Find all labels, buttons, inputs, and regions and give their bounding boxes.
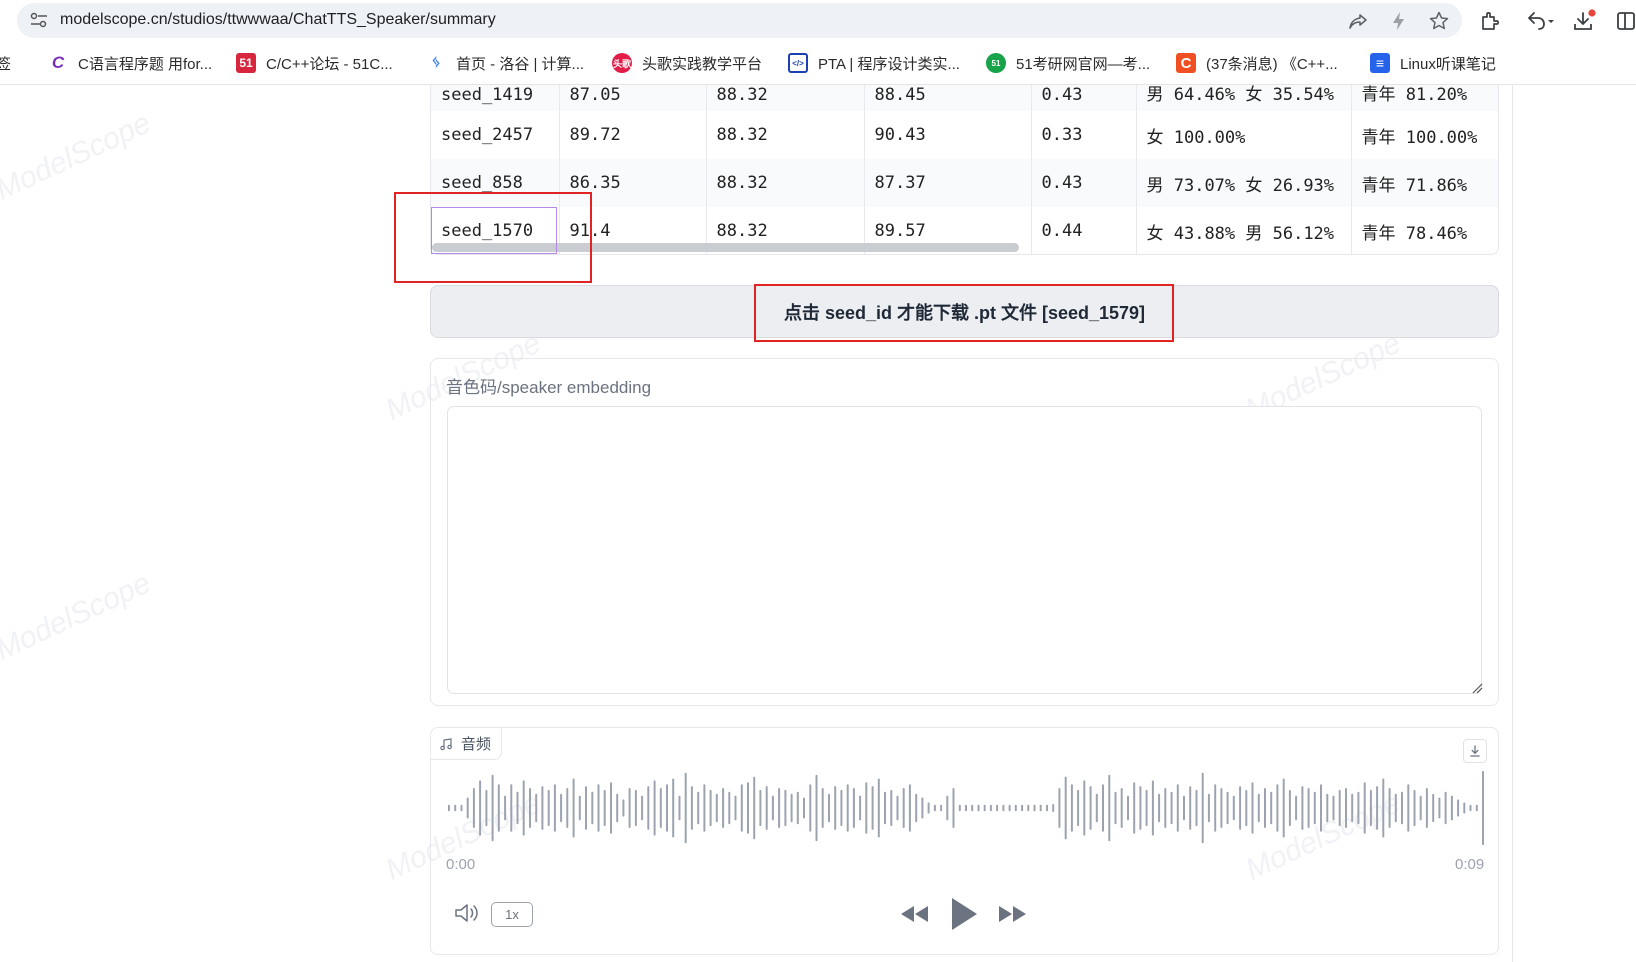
pta-icon: </> bbox=[788, 53, 808, 73]
annotation-highlight-box bbox=[394, 192, 592, 283]
fast-forward-icon[interactable] bbox=[996, 902, 1028, 926]
table-row[interactable]: seed_2457 89.72 88.32 90.43 0.33 女 100.0… bbox=[431, 111, 1498, 159]
bookmarks-bar: 签 C C语言程序题 用for... 51 C/C++论坛 - 51C... ᛃ… bbox=[0, 41, 1636, 85]
speaker-embedding-block: 音色码/speaker embedding bbox=[430, 358, 1499, 706]
document-icon: ≡ bbox=[1370, 53, 1390, 73]
bookmark-item[interactable]: </> PTA | 程序设计类实... bbox=[788, 51, 960, 75]
annotation-highlight-box bbox=[754, 284, 1174, 342]
bookmark-label: C/C++论坛 - 51C... bbox=[266, 55, 393, 73]
undo-dropdown-icon[interactable] bbox=[1523, 9, 1555, 33]
luogu-icon: ᛃ bbox=[431, 54, 441, 71]
time-duration: 0:09 bbox=[1455, 856, 1485, 873]
table-cell[interactable]: seed_2457 bbox=[431, 111, 560, 159]
audio-waveform[interactable] bbox=[446, 768, 1486, 848]
star-bookmark-icon[interactable] bbox=[1428, 10, 1450, 32]
table-cell: 87.05 bbox=[559, 85, 707, 111]
table-cell: 男 73.07% 女 26.93% bbox=[1136, 159, 1352, 207]
bookmark-item[interactable]: 头歌 头歌实践教学平台 bbox=[612, 51, 762, 75]
table-cell[interactable]: seed_1419 bbox=[431, 85, 560, 111]
site-settings-icon[interactable] bbox=[30, 12, 48, 28]
table-cell: 88.32 bbox=[706, 159, 865, 207]
table-cell: 男 64.46% 女 35.54% bbox=[1136, 85, 1352, 111]
rewind-icon[interactable] bbox=[899, 902, 931, 926]
playback-rate-button[interactable]: 1x bbox=[491, 902, 533, 927]
table-cell: 女 100.00% bbox=[1136, 111, 1352, 159]
page-divider bbox=[1512, 85, 1513, 962]
time-current: 0:00 bbox=[446, 856, 476, 873]
play-icon[interactable] bbox=[949, 896, 979, 932]
bookmark-item[interactable]: ≡ Linux听课笔记 bbox=[1370, 51, 1496, 75]
side-panel-icon[interactable] bbox=[1614, 9, 1636, 33]
address-bar-area: modelscope.cn/studios/ttwwwaa/ChatTTS_Sp… bbox=[0, 0, 1636, 41]
share-icon[interactable] bbox=[1347, 10, 1369, 32]
bookmark-label: (37条消息) 《C++... bbox=[1206, 55, 1338, 73]
table-cell: 88.32 bbox=[706, 111, 865, 159]
table-cell: 青年 71.86% bbox=[1351, 159, 1498, 207]
table-cell: 89.72 bbox=[559, 111, 707, 159]
bookmark-label: C语言程序题 用for... bbox=[78, 55, 213, 73]
bookmark-label: 签 bbox=[0, 55, 12, 73]
51kaoyan-icon: 51 bbox=[986, 53, 1006, 73]
bookmark-label: 51考研网官网—考... bbox=[1016, 55, 1151, 73]
bookmark-item[interactable]: 51 C/C++论坛 - 51C... bbox=[236, 51, 393, 75]
speaker-embedding-label: 音色码/speaker embedding bbox=[446, 378, 652, 397]
table-cell: 0.43 bbox=[1031, 85, 1137, 111]
table-cell: 青年 78.46% bbox=[1361, 223, 1468, 244]
table-row[interactable]: seed_1419 87.05 88.32 88.45 0.43 男 64.46… bbox=[431, 85, 1498, 111]
url-text[interactable]: modelscope.cn/studios/ttwwwaa/ChatTTS_Sp… bbox=[60, 11, 496, 29]
music-note-icon bbox=[440, 737, 452, 750]
bookmark-item[interactable]: ᛃ 首页 - 洛谷 | 计算... bbox=[426, 51, 584, 75]
c-language-icon: C bbox=[51, 53, 65, 72]
audio-label-tab: 音频 bbox=[431, 728, 503, 760]
bookmark-item[interactable]: 51 51考研网官网—考... bbox=[986, 51, 1150, 75]
lightning-icon[interactable] bbox=[1388, 10, 1410, 32]
table-cell: 0.43 bbox=[1031, 159, 1137, 207]
table-cell: 青年 81.20% bbox=[1351, 85, 1498, 111]
table-cell: 0.44 bbox=[1031, 207, 1137, 254]
extensions-icon[interactable] bbox=[1478, 9, 1502, 33]
speaker-embedding-textarea[interactable] bbox=[447, 406, 1482, 694]
table-cell: 青年 100.00% bbox=[1361, 127, 1478, 148]
touge-icon: 头歌 bbox=[612, 53, 632, 73]
bookmark-item[interactable]: C (37条消息) 《C++... bbox=[1176, 51, 1338, 75]
watermark: ModelScope bbox=[0, 106, 156, 207]
audio-label: 音频 bbox=[461, 736, 492, 753]
table-cell: 0.33 bbox=[1031, 111, 1137, 159]
bookmark-label: PTA | 程序设计类实... bbox=[818, 55, 960, 73]
bookmark-label: 首页 - 洛谷 | 计算... bbox=[456, 55, 585, 73]
watermark: ModelScope bbox=[0, 566, 156, 667]
resize-grip-icon[interactable] bbox=[1471, 682, 1483, 694]
table-cell: 88.32 bbox=[706, 85, 865, 111]
download-icon[interactable] bbox=[1572, 9, 1596, 33]
51cto-icon: 51 bbox=[236, 53, 256, 73]
table-cell: 女 43.88% 男 56.12% bbox=[1136, 207, 1352, 254]
bookmark-label: Linux听课笔记 bbox=[1400, 55, 1496, 73]
bookmark-item[interactable]: 签 bbox=[0, 51, 11, 75]
table-cell: 88.45 bbox=[864, 85, 1032, 111]
table-cell: 90.43 bbox=[864, 111, 1032, 159]
table-cell: 87.37 bbox=[864, 159, 1032, 207]
volume-icon[interactable] bbox=[453, 901, 481, 925]
audio-player: 音频 0:00 0:09 1x bbox=[430, 727, 1499, 955]
bookmark-item[interactable]: C C语言程序题 用for... bbox=[48, 51, 212, 75]
download-audio-icon[interactable] bbox=[1463, 739, 1487, 763]
bookmark-label: 头歌实践教学平台 bbox=[642, 55, 763, 73]
csdn-icon: C bbox=[1176, 53, 1196, 73]
